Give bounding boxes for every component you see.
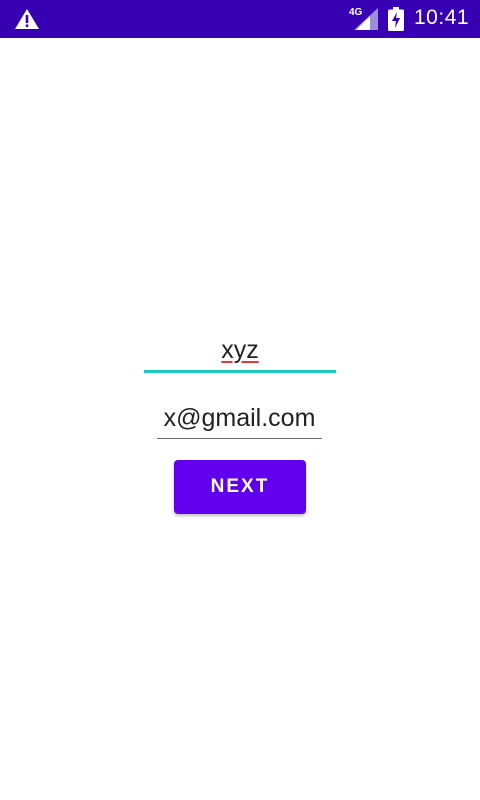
app-screen: 4G 10:41 xyz x@gmail.com NEXT [0,0,480,800]
battery-charging-icon [388,7,404,31]
warning-icon [15,9,39,29]
name-input[interactable]: xyz [144,330,336,373]
email-input[interactable]: x@gmail.com [157,399,322,439]
status-clock: 10:41 [414,6,470,29]
email-input-value: x@gmail.com [163,404,316,432]
signal-icon [354,8,378,30]
next-button[interactable]: NEXT [174,460,306,514]
status-bar: 4G 10:41 [0,0,480,38]
name-input-value: xyz [221,336,259,364]
